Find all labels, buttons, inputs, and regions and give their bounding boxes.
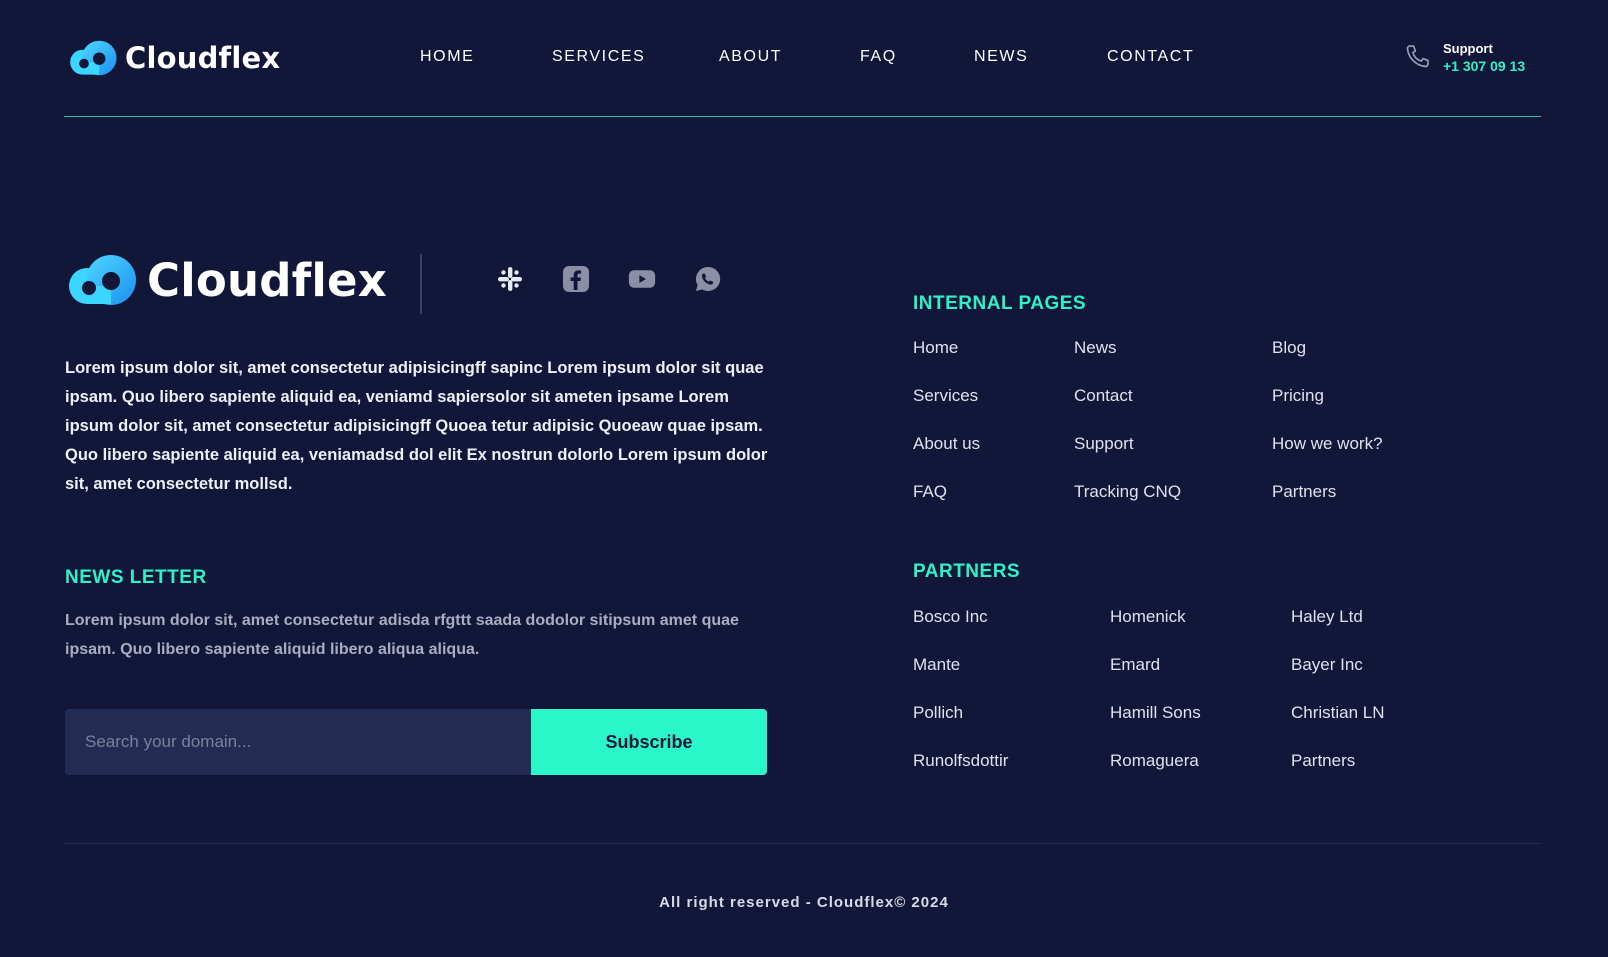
partner-link[interactable]: Romaguera bbox=[1110, 751, 1199, 771]
support-contact[interactable]: Support +1 307 09 13 bbox=[1404, 40, 1525, 76]
partners-heading: PARTNERS bbox=[913, 561, 1021, 582]
facebook-icon[interactable] bbox=[562, 265, 590, 293]
partner-link[interactable]: Emard bbox=[1110, 655, 1160, 675]
nav-news[interactable]: NEWS bbox=[974, 48, 1028, 66]
partner-link[interactable]: Christian LN bbox=[1291, 703, 1385, 723]
about-text: Lorem ipsum dolor sit, amet consectetur … bbox=[65, 359, 768, 493]
footer-brand-name: Cloudflex bbox=[147, 253, 387, 307]
internal-pages-heading: INTERNAL PAGES bbox=[913, 293, 1087, 314]
partner-link[interactable]: Mante bbox=[913, 655, 960, 675]
link-pricing[interactable]: Pricing bbox=[1272, 386, 1324, 406]
partner-link[interactable]: Pollich bbox=[913, 703, 963, 723]
partner-link[interactable]: Runolfsdottir bbox=[913, 751, 1008, 771]
phone-icon bbox=[1404, 42, 1432, 75]
newsletter-form: Subscribe bbox=[65, 709, 767, 775]
header-divider bbox=[64, 116, 1541, 117]
slack-icon[interactable] bbox=[496, 265, 524, 293]
link-blog[interactable]: Blog bbox=[1272, 338, 1306, 358]
nav-services[interactable]: SERVICES bbox=[552, 48, 645, 66]
link-partners[interactable]: Partners bbox=[1272, 482, 1336, 502]
newsletter-text: Lorem ipsum dolor sit, amet consectetur … bbox=[65, 612, 739, 658]
newsletter-heading: NEWS LETTER bbox=[65, 567, 207, 588]
nav-contact[interactable]: CONTACT bbox=[1107, 48, 1194, 66]
brand-name: Cloudflex bbox=[125, 41, 281, 75]
partner-link[interactable]: Bayer Inc bbox=[1291, 655, 1363, 675]
link-support[interactable]: Support bbox=[1074, 434, 1134, 454]
footer-divider bbox=[64, 843, 1541, 844]
domain-search-input[interactable] bbox=[65, 709, 531, 775]
cloud-logo-icon bbox=[67, 40, 119, 76]
site-header: Cloudflex HOME SERVICES ABOUT FAQ NEWS C… bbox=[0, 0, 1608, 117]
logo-divider bbox=[420, 254, 422, 314]
cloud-logo-icon bbox=[67, 253, 137, 307]
header-logo[interactable]: Cloudflex bbox=[67, 40, 280, 76]
footer-logo[interactable]: Cloudflex bbox=[67, 253, 387, 307]
youtube-icon[interactable] bbox=[628, 265, 656, 293]
link-about-us[interactable]: About us bbox=[913, 434, 980, 454]
link-faq[interactable]: FAQ bbox=[913, 482, 947, 502]
link-contact[interactable]: Contact bbox=[1074, 386, 1133, 406]
partner-link[interactable]: Partners bbox=[1291, 751, 1355, 771]
partner-link[interactable]: Haley Ltd bbox=[1291, 607, 1363, 627]
whatsapp-icon[interactable] bbox=[694, 265, 722, 293]
nav-faq[interactable]: FAQ bbox=[860, 48, 897, 66]
link-home[interactable]: Home bbox=[913, 338, 958, 358]
copyright-text: All right reserved - Cloudflex© 2024 bbox=[659, 894, 949, 911]
link-tracking[interactable]: Tracking CNQ bbox=[1074, 482, 1181, 502]
support-phone[interactable]: +1 307 09 13 bbox=[1443, 57, 1525, 76]
subscribe-button[interactable]: Subscribe bbox=[531, 709, 767, 775]
partner-link[interactable]: Hamill Sons bbox=[1110, 703, 1201, 723]
social-links bbox=[496, 265, 722, 293]
partner-link[interactable]: Homenick bbox=[1110, 607, 1186, 627]
support-label: Support bbox=[1443, 41, 1493, 56]
nav-about[interactable]: ABOUT bbox=[719, 48, 782, 66]
link-news[interactable]: News bbox=[1074, 338, 1117, 358]
link-how-we-work[interactable]: How we work? bbox=[1272, 434, 1383, 454]
partner-link[interactable]: Bosco Inc bbox=[913, 607, 988, 627]
nav-home[interactable]: HOME bbox=[420, 48, 474, 66]
link-services[interactable]: Services bbox=[913, 386, 978, 406]
